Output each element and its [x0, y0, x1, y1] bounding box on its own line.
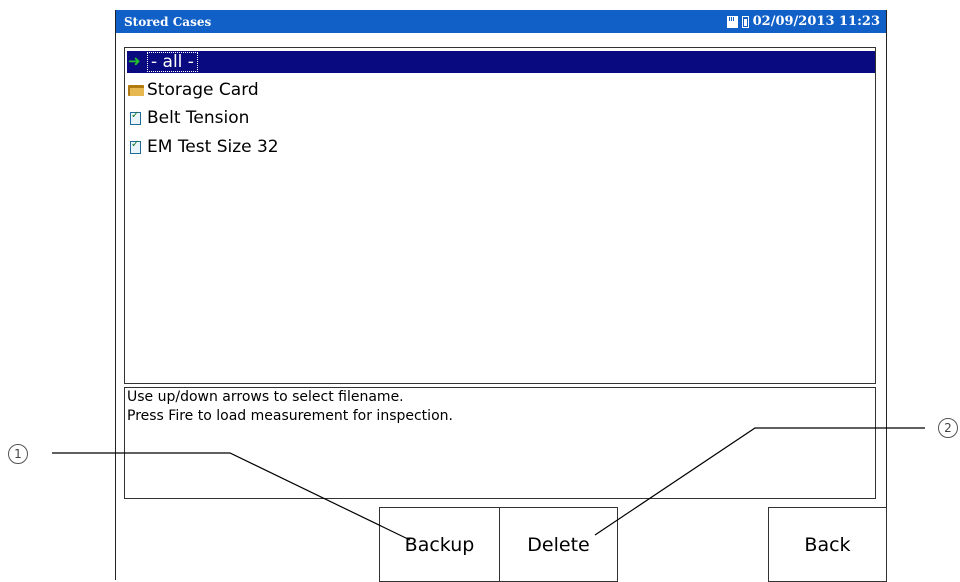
callout-line-2 [594, 427, 925, 536]
callout-lines [52, 427, 925, 541]
callout-marker-1: 1 [8, 444, 28, 464]
callout-marker-2: 2 [938, 418, 958, 438]
callout-line-1 [52, 452, 411, 541]
